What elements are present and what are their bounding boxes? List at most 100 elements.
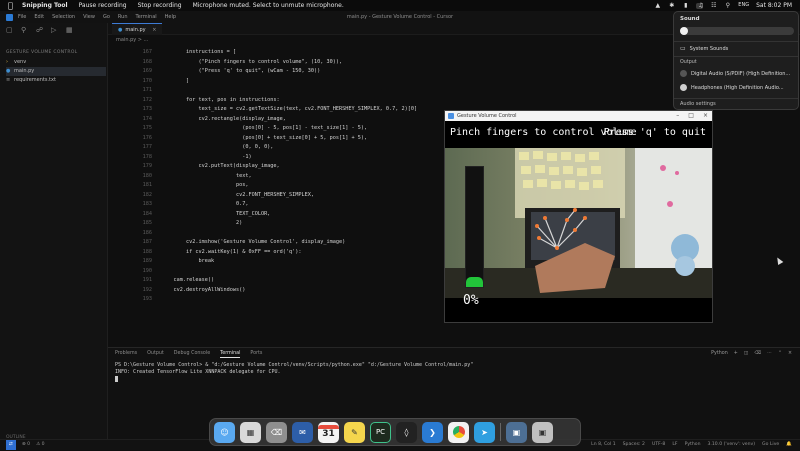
tree-item-main-py[interactable]: ● main.py	[6, 67, 106, 76]
split-terminal-icon[interactable]: ◫	[744, 351, 749, 356]
notes-icon[interactable]: ✎	[344, 421, 365, 443]
notifications-icon[interactable]: 🔔	[786, 440, 792, 450]
extensions-icon[interactable]: ▦	[66, 27, 73, 34]
chrome-icon[interactable]	[448, 421, 469, 443]
menu-go[interactable]: Go	[103, 11, 110, 23]
encoding[interactable]: UTF-8	[652, 440, 665, 450]
search-icon[interactable]: ⚲	[724, 2, 731, 9]
code-line[interactable]: (pos[0] + text_size[0] + 5, pos[1] + 5),	[161, 135, 367, 141]
code-line[interactable]: -1)	[161, 154, 251, 160]
tab-main-py[interactable]: ● main.py ×	[112, 23, 163, 35]
system-sounds-row[interactable]: ▭ System Sounds	[680, 45, 728, 52]
code-line[interactable]: cv2.destroyAllWindows()	[161, 287, 245, 293]
line-endings[interactable]: LF	[672, 440, 677, 450]
launchpad-icon[interactable]: ▦	[240, 421, 261, 443]
wifi-icon[interactable]: ▲	[654, 2, 661, 9]
trash-icon[interactable]: ⌫	[754, 351, 761, 356]
code-line[interactable]: break	[161, 258, 214, 264]
code-line[interactable]: text_size = cv2.getTextSize(text, cv2.FO…	[161, 106, 417, 112]
tab-problems[interactable]: Problems	[115, 351, 137, 358]
microphone-status[interactable]: Microphone muted. Select to unmute micro…	[193, 0, 344, 11]
clock[interactable]: Sat 8:02 PM	[756, 0, 792, 11]
audio-settings-link[interactable]: Audio settings	[680, 101, 716, 107]
remote-indicator[interactable]: ⇄	[6, 440, 16, 450]
vscode-icon[interactable]: ❯	[422, 421, 443, 443]
terminal-shell-selector[interactable]: Python	[711, 351, 728, 356]
language-mode[interactable]: Python	[685, 440, 701, 450]
telegram-icon[interactable]: ➤	[474, 421, 495, 443]
bluetooth-icon[interactable]: ✱	[668, 2, 675, 9]
menu-file[interactable]: File	[18, 11, 26, 23]
maximize-icon[interactable]: □	[688, 111, 694, 121]
preview-icon[interactable]: ▣	[506, 421, 527, 443]
tree-item-requirements[interactable]: ≡ requirements.txt	[6, 76, 106, 85]
sound-icon[interactable]: ♫	[696, 2, 704, 9]
close-icon[interactable]: ×	[788, 351, 792, 356]
menu-help[interactable]: Help	[165, 11, 176, 23]
terminal-output[interactable]: PS D:\Gesture Volume Control> & "d:/Gest…	[115, 362, 473, 383]
trash-icon[interactable]: ⌫	[266, 421, 287, 443]
code-line[interactable]: pos,	[161, 182, 249, 188]
tab-output[interactable]: Output	[147, 351, 164, 358]
explorer-section-title[interactable]: GESTURE VOLUME CONTROL	[6, 50, 77, 55]
cursor-position[interactable]: Ln 8, Col 1	[591, 440, 615, 450]
mail-icon[interactable]: ✉	[292, 421, 313, 443]
errors-count[interactable]: ⊗ 0	[22, 440, 30, 450]
code-line[interactable]: cv2.putText(display_image,	[161, 163, 279, 169]
code-line[interactable]: TEXT_COLOR,	[161, 211, 270, 217]
output-device-headphones[interactable]: Headphones (High Definition Audio...	[680, 84, 784, 91]
code-line[interactable]: for text, pos in instructions:	[161, 97, 280, 103]
warnings-count[interactable]: ⚠ 0	[36, 440, 45, 450]
more-icon[interactable]: ⋯	[767, 351, 772, 356]
tab-terminal[interactable]: Terminal	[220, 351, 241, 358]
code-line[interactable]: ("Pinch fingers to control volume", (10,…	[161, 59, 342, 65]
tab-ports[interactable]: Ports	[250, 351, 262, 358]
code-line[interactable]: 0.7,	[161, 201, 249, 207]
output-device-spdif[interactable]: Digital Audio (S/PDIF) (High Definition.…	[680, 70, 790, 77]
code-line[interactable]: cam.release()	[161, 277, 214, 283]
breadcrumb[interactable]: main.py > ...	[116, 37, 148, 43]
search-icon[interactable]: ⚲	[21, 27, 28, 34]
control-center-icon[interactable]: ☷	[710, 2, 717, 9]
menu-run[interactable]: Run	[118, 11, 128, 23]
code-line[interactable]: (0, 0, 0),	[161, 144, 273, 150]
code-line[interactable]: ("Press 'q' to quit", (wCam - 150, 30))	[161, 68, 320, 74]
maximize-panel-icon[interactable]: ⌃	[778, 351, 782, 356]
screen-recorder-icon[interactable]: ▣	[532, 421, 553, 443]
unity-icon[interactable]: ◊	[396, 421, 417, 443]
python-interpreter[interactable]: 3.10.0 ('venv': venv)	[708, 440, 756, 450]
volume-slider-knob[interactable]	[680, 27, 688, 35]
files-icon[interactable]: ▢	[6, 27, 13, 34]
code-line[interactable]: text,	[161, 173, 252, 179]
code-line[interactable]: instructions = [	[161, 49, 236, 55]
tab-debug-console[interactable]: Debug Console	[174, 351, 210, 358]
app-name[interactable]: Snipping Tool	[22, 0, 68, 11]
pycharm-icon[interactable]: PC	[370, 421, 391, 443]
menu-selection[interactable]: Selection	[52, 11, 75, 23]
run-debug-icon[interactable]: ▷	[51, 27, 58, 34]
menu-view[interactable]: View	[83, 11, 95, 23]
battery-icon[interactable]: ▮	[682, 2, 689, 9]
code-line[interactable]: cv2.FONT_HERSHEY_SIMPLEX,	[161, 192, 314, 198]
code-line[interactable]: if cv2.waitKey(1) & 0xFF == ord('q'):	[161, 249, 302, 255]
volume-slider[interactable]	[680, 27, 794, 35]
code-line[interactable]: 2)	[161, 220, 242, 226]
stop-recording-button[interactable]: Stop recording	[138, 0, 182, 11]
go-live-button[interactable]: Go Live	[762, 440, 779, 450]
close-icon[interactable]: ×	[703, 111, 708, 121]
tree-item-venv[interactable]: › venv	[6, 58, 106, 67]
minimize-icon[interactable]: –	[676, 111, 679, 121]
menu-terminal[interactable]: Terminal	[136, 11, 157, 23]
add-terminal-icon[interactable]: +	[734, 351, 738, 356]
code-line[interactable]: (pos[0] - 5, pos[1] - text_size[1] - 5),	[161, 125, 367, 131]
close-icon[interactable]: ×	[152, 27, 156, 33]
apple-icon[interactable]: 	[8, 1, 16, 10]
keyboard-layout[interactable]: ENG	[738, 0, 749, 11]
calendar-icon[interactable]: 31	[318, 421, 339, 443]
pause-recording-button[interactable]: Pause recording	[79, 0, 127, 11]
menu-edit[interactable]: Edit	[34, 11, 44, 23]
gesture-title-bar[interactable]: Gesture Volume Control – □ ×	[445, 111, 712, 121]
code-line[interactable]: cv2.rectangle(display_image,	[161, 116, 285, 122]
code-line[interactable]: ]	[161, 78, 189, 84]
finder-icon[interactable]: ☺	[214, 421, 235, 443]
